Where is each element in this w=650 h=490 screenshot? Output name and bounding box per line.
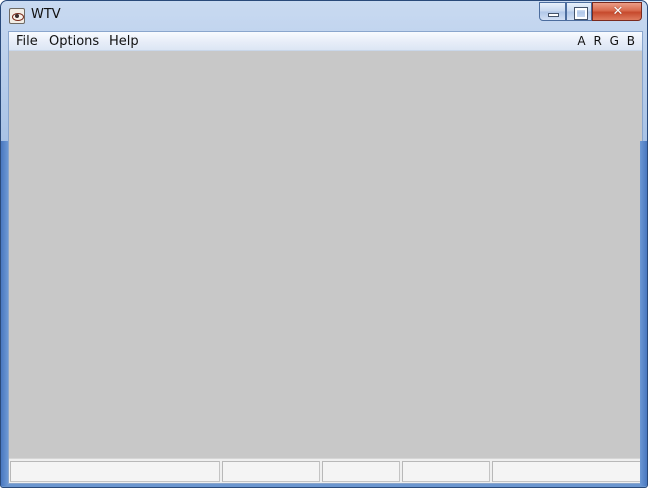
maximize-button[interactable] xyxy=(566,2,592,21)
app-window: WTV ✕ File Options Help A R G B xyxy=(0,0,648,488)
status-cell xyxy=(222,461,320,482)
status-cell xyxy=(10,461,220,482)
status-cell xyxy=(492,461,642,482)
minimize-icon xyxy=(549,14,558,16)
status-bar xyxy=(9,458,642,483)
menu-help[interactable]: Help xyxy=(109,34,139,49)
title-bar[interactable]: WTV ✕ xyxy=(1,1,647,31)
menu-bar: File Options Help A R G B xyxy=(9,32,642,51)
client-area: File Options Help A R G B xyxy=(8,31,643,484)
eye-pupil-icon xyxy=(15,14,19,18)
maximize-icon xyxy=(574,7,588,20)
channel-selector: A R G B xyxy=(575,34,636,48)
close-button[interactable]: ✕ xyxy=(592,2,642,21)
channel-b[interactable]: B xyxy=(627,34,636,48)
channel-r[interactable]: R xyxy=(593,34,602,48)
status-cell xyxy=(322,461,400,482)
minimize-button[interactable] xyxy=(539,2,566,21)
channel-a[interactable]: A xyxy=(577,34,586,48)
image-viewport[interactable] xyxy=(9,51,642,458)
channel-g[interactable]: G xyxy=(610,34,620,48)
menu-options[interactable]: Options xyxy=(49,34,99,49)
close-icon: ✕ xyxy=(612,4,624,19)
status-cell xyxy=(402,461,490,482)
window-title: WTV xyxy=(31,7,61,22)
eye-icon[interactable] xyxy=(9,8,25,24)
menu-file[interactable]: File xyxy=(16,34,38,49)
caption-buttons: ✕ xyxy=(539,2,642,21)
